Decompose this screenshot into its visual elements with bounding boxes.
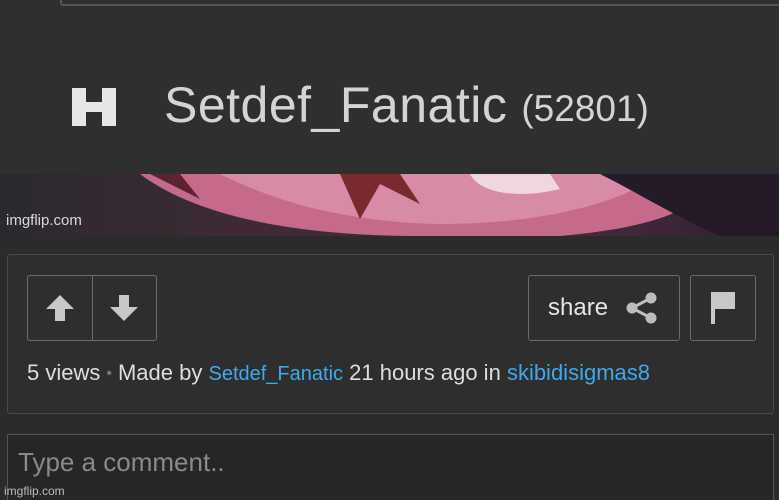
top-search-box[interactable]	[60, 0, 779, 6]
author-link[interactable]: Setdef_Fanatic	[208, 363, 343, 385]
made-by-label: Made by	[117, 360, 203, 385]
share-label: share	[548, 294, 609, 321]
page: Setdef_Fanatic (52801) imgflip.com share…	[0, 0, 779, 500]
vote-group	[27, 275, 157, 341]
username[interactable]: Setdef_Fanatic	[164, 76, 507, 134]
upvote-button[interactable]	[28, 276, 92, 340]
view-count: 5 views	[27, 360, 101, 385]
arrow-down-icon	[110, 295, 139, 321]
share-icon	[626, 292, 657, 324]
time-label: 21 hours ago in	[349, 360, 501, 385]
image-watermark: imgflip.com	[6, 212, 82, 229]
separator-dot: •	[106, 365, 112, 382]
meta-line: 5 views • Made by Setdef_Fanatic 21 hours …	[27, 360, 650, 386]
comment-placeholder: Type a comment..	[18, 447, 225, 477]
downvote-button[interactable]	[91, 276, 157, 340]
user-h-icon	[70, 82, 120, 128]
comment-input[interactable]: Type a comment..	[7, 434, 774, 500]
share-button[interactable]: share	[528, 275, 680, 341]
user-header: Setdef_Fanatic (52801)	[0, 0, 779, 174]
meme-image[interactable]: imgflip.com	[0, 174, 779, 236]
footer-watermark: imgflip.com	[4, 484, 65, 498]
flag-icon	[711, 292, 735, 324]
user-row[interactable]: Setdef_Fanatic (52801)	[70, 70, 649, 140]
flag-button[interactable]	[690, 275, 756, 341]
stream-link[interactable]: skibidisigmas8	[507, 360, 650, 385]
arrow-up-icon	[45, 295, 74, 321]
action-panel: share 5 views • Made by Setdef_Fanatic 21 …	[7, 254, 774, 414]
user-points: (52801)	[521, 88, 649, 129]
